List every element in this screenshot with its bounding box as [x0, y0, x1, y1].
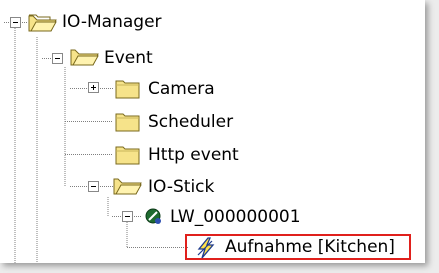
collapse-toggle-device[interactable] — [122, 211, 133, 222]
expand-toggle-camera[interactable] — [88, 82, 99, 93]
tree-node-label: Aufnahme [Kitchen] — [225, 237, 395, 257]
tree-node-label: Scheduler — [148, 112, 234, 132]
collapse-toggle-io-stick[interactable] — [88, 181, 99, 192]
device-icon — [145, 208, 161, 224]
tree-node-label: LW_000000001 — [170, 207, 301, 227]
folder-icon — [115, 113, 140, 132]
tree-node-camera[interactable]: Camera — [148, 75, 215, 103]
folder-icon — [115, 146, 140, 165]
tree-node-label: IO-Manager — [62, 12, 162, 32]
tree-node-label: Event — [104, 48, 153, 68]
tree-panel: IO-Manager Event Camera Scheduler Http e… — [0, 0, 425, 263]
tree-node-device[interactable]: LW_000000001 — [170, 203, 301, 231]
lightning-icon — [197, 237, 215, 259]
folder-icon — [115, 80, 140, 99]
folder-open-icon — [70, 49, 99, 66]
tree-node-label: Http event — [148, 145, 239, 165]
tree-node-scheduler[interactable]: Scheduler — [148, 108, 233, 136]
tree-node-label: IO-Stick — [148, 177, 215, 197]
tree-node-io-manager[interactable]: IO-Manager — [62, 8, 162, 36]
collapse-toggle-event[interactable] — [52, 53, 63, 64]
collapse-toggle-io-manager[interactable] — [10, 17, 21, 28]
folder-open-icon — [113, 178, 142, 195]
tree-node-io-stick[interactable]: IO-Stick — [148, 173, 214, 201]
tree-node-http-event[interactable]: Http event — [148, 141, 239, 169]
tree-node-label: Camera — [148, 79, 215, 99]
tree-node-action-aufnahme[interactable]: Aufnahme [Kitchen] — [225, 233, 395, 261]
folder-open-icon — [28, 14, 57, 32]
tree-node-event[interactable]: Event — [104, 44, 153, 72]
